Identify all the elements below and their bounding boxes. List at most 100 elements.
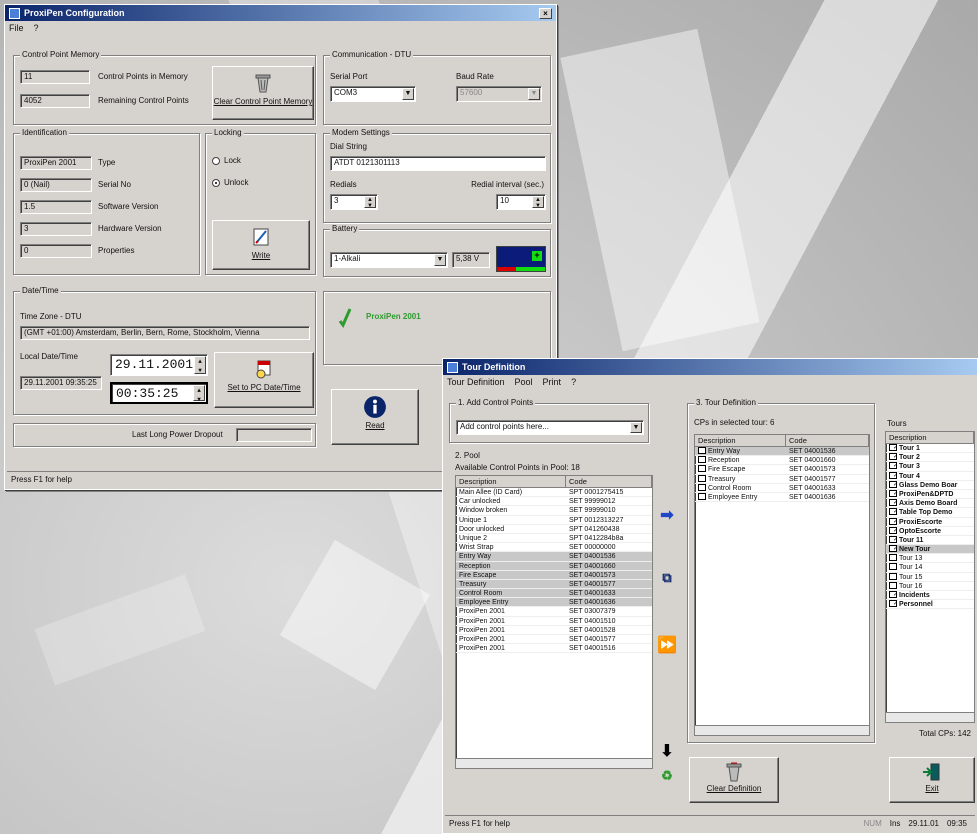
clear-memory-button[interactable]: Clear Control Point Memory (212, 66, 314, 120)
column-description[interactable]: Description (456, 476, 566, 487)
pool-row[interactable]: Unique 2 SPT 0412284b8a (456, 534, 652, 544)
tour-row[interactable]: ✓Tour 3 (886, 462, 974, 472)
config-titlebar[interactable]: ProxiPen Configuration × (5, 5, 556, 21)
tour-row[interactable]: Tour 15 (886, 572, 974, 582)
tour-checkbox-icon[interactable]: ✓ (889, 508, 897, 516)
pool-row[interactable]: ProxiPen 2001 SET 04001577 (456, 635, 652, 645)
point-checkbox-icon[interactable] (698, 456, 706, 464)
tour-points-list[interactable]: Description Code Entry Way SET 04001536 Re… (694, 434, 870, 736)
chevron-down-icon[interactable]: ▼ (402, 88, 414, 100)
tour-checkbox-icon[interactable]: ✓ (889, 480, 897, 488)
pool-row[interactable]: Car unlocked SET 99999012 (456, 497, 652, 507)
point-checkbox-icon[interactable] (698, 447, 706, 454)
tour-checkbox-icon[interactable]: ✓ (889, 471, 897, 479)
read-button[interactable]: Read (331, 389, 419, 445)
clear-definition-button[interactable]: Clear Definition (689, 757, 779, 803)
tour-point-row[interactable]: Fire Escape SET 04001573 (695, 465, 869, 475)
tour-point-row[interactable]: Treasury SET 04001577 (695, 474, 869, 484)
chevron-down-icon[interactable]: ▼ (528, 88, 540, 100)
tour-checkbox-icon[interactable]: ✓ (889, 591, 897, 598)
menu-file[interactable]: File (9, 23, 24, 34)
menu-help[interactable]: ? (34, 23, 39, 34)
tour-checkbox-icon[interactable]: ✓ (889, 453, 897, 461)
tour-row[interactable]: Tour 13 (886, 554, 974, 564)
tour-point-row[interactable]: Control Room SET 04001633 (695, 483, 869, 493)
chevron-down-icon[interactable]: ▼ (630, 422, 642, 433)
pool-row[interactable]: Employee Entry SET 04001636 (456, 598, 652, 608)
tour-row[interactable]: ✓ProxiPen&DPTD (886, 489, 974, 500)
tour-checkbox-icon[interactable] (889, 554, 897, 562)
spinner-arrows-icon[interactable]: ▲ ▼ (194, 356, 206, 374)
tour-point-row[interactable]: Entry Way SET 04001536 (695, 447, 869, 457)
tour-checkbox-icon[interactable]: ✓ (889, 600, 897, 608)
tour-row[interactable]: ✓New Tour (886, 545, 974, 555)
unlock-radio[interactable]: Unlock (212, 178, 248, 187)
tour-checkbox-icon[interactable]: ✓ (889, 535, 897, 543)
tour-checkbox-icon[interactable]: ✓ (889, 545, 897, 553)
pool-row[interactable]: Treasury SET 04001577 (456, 579, 652, 590)
copy-to-tour-icon[interactable]: ⧉ (657, 569, 677, 589)
chevron-down-icon[interactable]: ▼ (434, 254, 446, 266)
tour-checkbox-icon[interactable] (889, 572, 897, 580)
spinner-arrows-icon[interactable]: ▲ ▼ (193, 385, 205, 402)
tour-row[interactable]: ✓Axis Demo Board (886, 499, 974, 509)
pool-list[interactable]: Description Code Main Allee (ID Card) SPT… (455, 475, 653, 769)
column-code[interactable]: Code (786, 435, 869, 446)
pool-row[interactable]: ProxiPen 2001 SET 04001528 (456, 626, 652, 635)
tour-titlebar[interactable]: Tour Definition (443, 359, 977, 375)
add-control-points-select[interactable]: Add control points here... ▼ (456, 420, 644, 435)
pool-row[interactable]: Unique 1 SPT 0012313227 (456, 516, 652, 525)
add-all-arrow-icon[interactable]: ⏩ (657, 637, 677, 657)
column-code[interactable]: Code (566, 476, 652, 487)
tour-point-row[interactable]: Employee Entry SET 04001636 (695, 492, 869, 503)
tour-row[interactable]: ✓Tour 4 (886, 471, 974, 481)
point-checkbox-icon[interactable] (698, 465, 706, 473)
spinner-arrows-icon[interactable]: ▲ ▼ (364, 196, 376, 209)
pool-horizontal-scrollbar[interactable] (456, 758, 652, 768)
pool-row[interactable]: Door unlocked SPT 041260438 (456, 525, 652, 534)
pool-row[interactable]: Window broken SET 99999010 (456, 506, 652, 516)
pool-row[interactable]: ProxiPen 2001 SET 04001516 (456, 644, 652, 654)
menu-tour-definition[interactable]: Tour Definition (447, 377, 505, 388)
menu-pool[interactable]: Pool (515, 377, 533, 388)
time-spinner[interactable]: 00:35:25 ▲ ▼ (110, 382, 208, 404)
tour-checkbox-icon[interactable]: ✓ (889, 526, 897, 534)
recycle-bin-icon[interactable]: ♻ (657, 767, 677, 787)
set-pc-datetime-button[interactable]: Set to PC Date/Time (214, 352, 314, 408)
baud-rate-select[interactable]: 57600 ▼ (456, 86, 542, 102)
tour-checkbox-icon[interactable]: ✓ (889, 499, 897, 507)
column-description[interactable]: Description (695, 435, 786, 446)
exit-button[interactable]: Exit (889, 757, 975, 803)
dial-string-input[interactable]: ATDT 0121301113 (330, 156, 546, 171)
point-checkbox-icon[interactable] (698, 483, 706, 491)
pool-row[interactable]: Fire Escape SET 04001573 (456, 570, 652, 580)
tour-row[interactable]: ✓Incidents (886, 591, 974, 601)
tour-row[interactable]: ✓Glass Demo Boar (886, 480, 974, 490)
add-to-tour-arrow-icon[interactable]: ➡ (657, 507, 677, 527)
tour-row[interactable]: ✓Table Top Demo (886, 508, 974, 518)
tour-row[interactable]: ✓Tour 2 (886, 453, 974, 463)
tour-horizontal-scrollbar[interactable] (695, 725, 869, 735)
tour-row[interactable]: ✓Tour 11 (886, 535, 974, 546)
tour-checkbox-icon[interactable]: ✓ (889, 444, 897, 451)
tour-checkbox-icon[interactable] (889, 581, 897, 589)
point-checkbox-icon[interactable] (698, 474, 706, 482)
tour-point-row[interactable]: Reception SET 04001660 (695, 456, 869, 466)
redials-spinner[interactable]: 3 ▲ ▼ (330, 194, 378, 210)
menu-help[interactable]: ? (571, 377, 576, 388)
tour-row[interactable]: ✓OptoEscorte (886, 526, 974, 536)
menu-print[interactable]: Print (543, 377, 562, 388)
pool-row[interactable]: ProxiPen 2001 SET 03007379 (456, 607, 652, 617)
tour-checkbox-icon[interactable]: ✓ (889, 462, 897, 470)
write-button[interactable]: Write (212, 220, 310, 270)
tour-checkbox-icon[interactable]: ✓ (889, 489, 897, 497)
tour-row[interactable]: Tour 14 (886, 563, 974, 573)
date-spinner[interactable]: 29.11.2001 ▲ ▼ (110, 354, 208, 376)
pool-row[interactable]: ProxiPen 2001 SET 04001510 (456, 617, 652, 626)
pool-row[interactable]: Main Allee (ID Card) SPT 0001275415 (456, 488, 652, 498)
tour-row[interactable]: ✓Personnel (886, 600, 974, 610)
column-description[interactable]: Description (886, 432, 974, 443)
pool-row[interactable]: Control Room SET 04001633 (456, 589, 652, 599)
tour-checkbox-icon[interactable]: ✓ (889, 517, 897, 525)
pool-row[interactable]: Wrist Strap SET 00000000 (456, 543, 652, 553)
